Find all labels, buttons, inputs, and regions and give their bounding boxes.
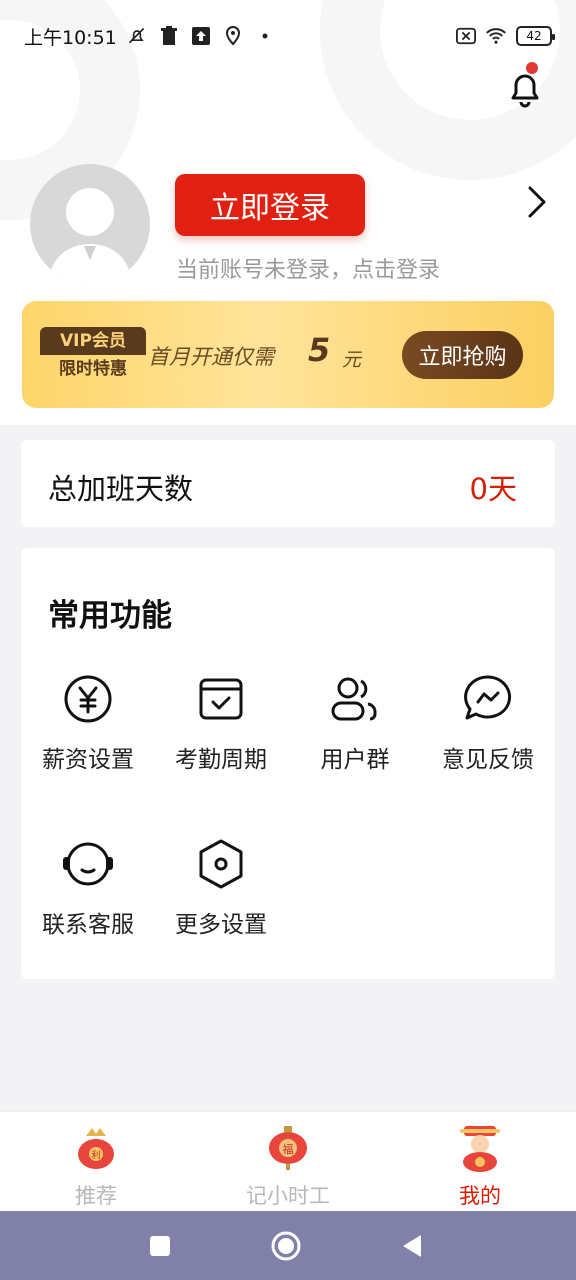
vip-banner[interactable]: VIP会员 限时特惠 首月开通仅需 5 元 立即抢购	[22, 301, 554, 408]
svg-text:利: 利	[91, 1149, 100, 1161]
svg-text:福: 福	[283, 1142, 294, 1156]
users-icon	[328, 672, 382, 726]
vip-buy-button[interactable]: 立即抢购	[402, 331, 523, 379]
unread-dot	[526, 62, 538, 74]
sim-x-icon	[456, 26, 476, 46]
vip-badge: VIP会员 限时特惠	[40, 327, 146, 383]
notifications-off-icon	[127, 26, 147, 46]
location-icon	[223, 26, 243, 46]
chevron-right-icon[interactable]	[520, 182, 552, 222]
nav-label: 推荐	[75, 1184, 117, 1208]
overtime-value: 0天	[469, 472, 517, 506]
yuan-circle-icon	[61, 672, 115, 726]
vip-price-unit: 元	[342, 349, 362, 371]
func-label: 更多设置	[175, 912, 267, 938]
nav-tab-hourly-work[interactable]: 福 记小时工	[192, 1112, 384, 1212]
func-label: 联系客服	[42, 912, 134, 938]
bell-icon[interactable]	[503, 66, 547, 110]
headset-icon	[61, 837, 115, 891]
func-label: 考勤周期	[175, 747, 267, 773]
hexagon-settings-icon	[194, 837, 248, 891]
fortune-bag-icon: 利	[72, 1124, 120, 1172]
nav-tab-recommend[interactable]: 利 推荐	[0, 1112, 192, 1212]
status-time: 上午10:51	[24, 26, 117, 49]
wifi-icon	[486, 26, 506, 46]
vip-price: 5	[308, 331, 331, 369]
func-feedback[interactable]: 意见反馈	[421, 672, 555, 782]
back-icon[interactable]	[393, 1227, 431, 1265]
upload-icon	[191, 26, 211, 46]
login-button[interactable]: 立即登录	[175, 174, 365, 236]
status-bar: 上午10:51 42	[0, 0, 576, 72]
section-title: 常用功能	[48, 598, 172, 634]
vip-badge-title: VIP会员	[40, 327, 146, 355]
vip-offer-text: 首月开通仅需	[148, 345, 274, 369]
calendar-check-icon	[194, 672, 248, 726]
feedback-chat-icon	[461, 672, 515, 726]
func-customer-service[interactable]: 联系客服	[21, 837, 155, 947]
common-functions-card: 常用功能 薪资设置 考勤周期 用户群 意见反馈 联系客服 更多设置	[21, 548, 555, 979]
overtime-label: 总加班天数	[48, 472, 194, 506]
fortune-god-icon	[456, 1124, 504, 1172]
func-salary-settings[interactable]: 薪资设置	[21, 672, 155, 782]
trash-icon	[159, 26, 179, 46]
func-label: 意见反馈	[442, 747, 534, 773]
overtime-card[interactable]: 总加班天数 0天	[21, 440, 555, 527]
func-more-settings[interactable]: 更多设置	[154, 837, 288, 947]
vip-badge-subtitle: 限时特惠	[59, 359, 127, 379]
nav-label: 记小时工	[246, 1184, 330, 1208]
func-attendance-cycle[interactable]: 考勤周期	[154, 672, 288, 782]
nav-tab-mine[interactable]: 我的	[384, 1112, 576, 1212]
home-icon[interactable]	[267, 1227, 305, 1265]
login-hint[interactable]: 当前账号未登录，点击登录	[176, 252, 440, 284]
battery-icon: 42	[516, 26, 555, 46]
func-label: 薪资设置	[42, 747, 134, 773]
system-navigation-bar	[0, 1211, 576, 1280]
avatar[interactable]	[30, 164, 150, 284]
recent-apps-icon[interactable]	[141, 1227, 179, 1265]
dot-icon	[255, 26, 275, 46]
battery-level: 42	[526, 29, 542, 43]
bottom-navigation: 利 推荐 福 记小时工 我的	[0, 1111, 576, 1211]
func-label: 用户群	[320, 747, 390, 773]
nav-label: 我的	[459, 1184, 501, 1208]
lantern-icon: 福	[264, 1124, 312, 1172]
func-user-group[interactable]: 用户群	[288, 672, 422, 782]
